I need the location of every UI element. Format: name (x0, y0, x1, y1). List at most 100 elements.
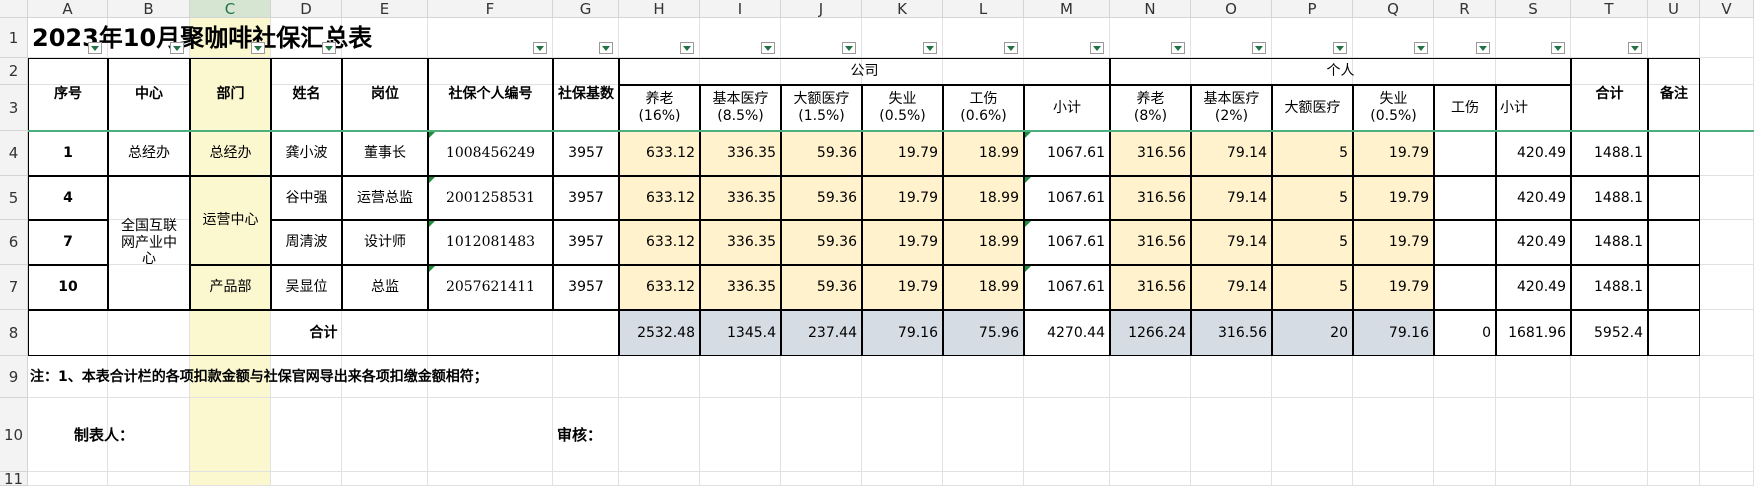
header-p-subtotal[interactable]: 小计 (1496, 85, 1571, 131)
grid-cell[interactable] (1700, 356, 1754, 398)
filter-dropdown-icon[interactable] (923, 42, 937, 54)
cell-position[interactable]: 董事长 (342, 131, 428, 176)
header-p-major[interactable]: 大额医疗 (1272, 85, 1353, 131)
reviewer-label[interactable]: 审核： (557, 398, 637, 472)
grid-cell[interactable] (1110, 398, 1191, 472)
cell-p3[interactable]: 5 (1272, 220, 1353, 265)
header-p-unemp[interactable]: 失业 (0.5%) (1353, 85, 1434, 131)
column-header-B[interactable]: B (108, 0, 190, 18)
grid-cell[interactable] (1024, 472, 1110, 486)
column-header-S[interactable]: S (1496, 0, 1571, 18)
cell-seq[interactable]: 4 (28, 176, 108, 220)
totals-c1[interactable]: 2532.48 (619, 310, 700, 356)
grid-cell[interactable] (1353, 356, 1434, 398)
grid-cell[interactable] (781, 398, 862, 472)
row-header-9[interactable]: 9 (0, 356, 28, 398)
column-header-H[interactable]: H (619, 0, 700, 18)
header-c-pension[interactable]: 养老 (16%) (619, 85, 700, 131)
totals-c4[interactable]: 79.16 (862, 310, 943, 356)
cell-center-merged[interactable]: 全国互联网产业中心 (108, 176, 190, 310)
cell-p2[interactable]: 79.14 (1191, 265, 1272, 310)
header-name[interactable]: 姓名 (271, 58, 342, 131)
grid-cell[interactable] (108, 472, 190, 486)
totals-label[interactable]: 合计 (28, 310, 619, 356)
header-company[interactable]: 公司 (619, 58, 1110, 85)
column-header-I[interactable]: I (700, 0, 781, 18)
grid-cell[interactable] (1434, 398, 1496, 472)
grid-cell[interactable] (1024, 356, 1110, 398)
grid-cell[interactable] (1496, 356, 1571, 398)
grid-cell[interactable] (342, 472, 428, 486)
cell-position[interactable]: 总监 (342, 265, 428, 310)
cell-base[interactable]: 3957 (553, 176, 619, 220)
totals-c6[interactable]: 4270.44 (1024, 310, 1110, 356)
header-c-unemp[interactable]: 失业 (0.5%) (862, 85, 943, 131)
column-header-A[interactable]: A (28, 0, 108, 18)
header-base[interactable]: 社保基数 (553, 58, 619, 131)
header-dept[interactable]: 部门 (190, 58, 271, 131)
grid-cell[interactable] (28, 472, 108, 486)
column-header-C[interactable]: C (190, 0, 271, 18)
totals-p3[interactable]: 20 (1272, 310, 1353, 356)
column-header-E[interactable]: E (342, 0, 428, 18)
cell-remark[interactable] (1648, 176, 1700, 220)
filter-dropdown-icon[interactable] (533, 42, 547, 54)
cell-c6[interactable]: 1067.61 (1024, 220, 1110, 265)
cell-c5[interactable]: 18.99 (943, 265, 1024, 310)
grid-cell[interactable] (271, 398, 342, 472)
cell-p2[interactable]: 79.14 (1191, 131, 1272, 176)
cell-name[interactable]: 谷中强 (271, 176, 342, 220)
cell-c2[interactable]: 336.35 (700, 220, 781, 265)
cell-p6[interactable]: 420.49 (1496, 131, 1571, 176)
cell-c1[interactable]: 633.12 (619, 220, 700, 265)
cell-p6[interactable]: 420.49 (1496, 176, 1571, 220)
grid-cell[interactable] (1191, 398, 1272, 472)
grid-cell[interactable] (1648, 18, 1700, 58)
cell-center[interactable]: 总经办 (108, 131, 190, 176)
filter-dropdown-icon[interactable] (842, 42, 856, 54)
cell-ssn[interactable]: 2001258531 (428, 176, 553, 220)
cell-c1[interactable]: 633.12 (619, 176, 700, 220)
grid-cell[interactable] (1700, 265, 1754, 310)
header-center[interactable]: 中心 (108, 58, 190, 131)
filter-dropdown-icon[interactable] (1551, 42, 1565, 54)
cell-name[interactable]: 龚小波 (271, 131, 342, 176)
filter-dropdown-icon[interactable] (1476, 42, 1490, 54)
grid-cell[interactable] (1272, 398, 1353, 472)
cell-p6[interactable]: 420.49 (1496, 220, 1571, 265)
column-header-F[interactable]: F (428, 0, 553, 18)
header-c-injury[interactable]: 工伤 (0.6%) (943, 85, 1024, 131)
cell-p4[interactable]: 19.79 (1353, 265, 1434, 310)
grid-cell[interactable] (1191, 472, 1272, 486)
note-text[interactable]: 注：1、本表合计栏的各项扣款金额与社保官网导出来各项扣缴金额相符； (30, 356, 730, 398)
cell-p3[interactable]: 5 (1272, 265, 1353, 310)
grid-cell[interactable] (1496, 398, 1571, 472)
grid-cell[interactable] (1496, 472, 1571, 486)
cell-dept[interactable]: 总经办 (190, 131, 271, 176)
cell-p1[interactable]: 316.56 (1110, 176, 1191, 220)
cell-c2[interactable]: 336.35 (700, 176, 781, 220)
maker-label[interactable]: 制表人： (74, 398, 194, 472)
cell-p5[interactable] (1434, 265, 1496, 310)
grid-cell[interactable] (862, 398, 943, 472)
header-personal[interactable]: 个人 (1110, 58, 1571, 85)
cell-c2[interactable]: 336.35 (700, 265, 781, 310)
grid-cell[interactable] (1024, 398, 1110, 472)
column-header-P[interactable]: P (1272, 0, 1353, 18)
cell-p5[interactable] (1434, 176, 1496, 220)
grid-cell[interactable] (781, 472, 862, 486)
cell-p1[interactable]: 316.56 (1110, 220, 1191, 265)
totals-c2[interactable]: 1345.4 (700, 310, 781, 356)
header-ssn[interactable]: 社保个人编号 (428, 58, 553, 131)
cell-seq[interactable]: 7 (28, 220, 108, 265)
grid-cell[interactable] (342, 398, 428, 472)
totals-c3[interactable]: 237.44 (781, 310, 862, 356)
cell-c2[interactable]: 336.35 (700, 131, 781, 176)
cell-seq[interactable]: 10 (28, 265, 108, 310)
header-p-medical[interactable]: 基本医疗 (2%) (1191, 85, 1272, 131)
sheet-title[interactable]: 2023年10月聚咖啡社保汇总表 (32, 18, 532, 58)
cell-c5[interactable]: 18.99 (943, 220, 1024, 265)
grid-cell[interactable] (190, 472, 271, 486)
grid-cell[interactable] (1571, 398, 1648, 472)
cell-c3[interactable]: 59.36 (781, 220, 862, 265)
